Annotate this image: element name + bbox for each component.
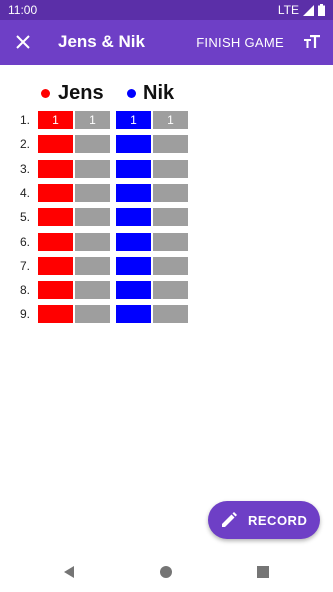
network-type: LTE xyxy=(277,3,299,17)
row-number: 5. xyxy=(20,210,31,225)
row-number: 9. xyxy=(20,307,31,322)
score-cell-nik-first xyxy=(116,281,151,300)
score-bar-jens[interactable] xyxy=(38,305,110,324)
score-cell-nik-second xyxy=(153,281,188,300)
player-legend: Jens Nik xyxy=(0,82,333,106)
edit-icon xyxy=(222,512,237,527)
score-bar-jens[interactable] xyxy=(38,183,110,202)
signal-icon xyxy=(303,4,314,16)
score-cell-jens-second xyxy=(75,135,110,154)
score-cell-nik-second xyxy=(153,159,188,178)
score-bar-nik[interactable] xyxy=(116,159,188,178)
row-number: 7. xyxy=(20,258,31,273)
status-time: 11:00 xyxy=(8,3,38,17)
navigation-bar xyxy=(0,552,333,592)
score-cell-nik-second: 1 xyxy=(153,111,188,129)
score-row: 9. xyxy=(0,305,333,324)
score-bar-nik[interactable] xyxy=(116,256,188,275)
score-bar-jens[interactable] xyxy=(38,232,110,251)
score-cell-nik-first xyxy=(116,256,151,275)
score-cell-nik-first xyxy=(116,183,151,202)
row-number: 6. xyxy=(20,234,31,249)
score-bar-jens[interactable] xyxy=(38,135,110,154)
record-button[interactable]: RECORD xyxy=(208,501,320,539)
score-cell-jens-first: 1 xyxy=(38,111,73,129)
row-number: 4. xyxy=(20,185,31,200)
score-row: 8. xyxy=(0,281,333,300)
score-bar-jens[interactable] xyxy=(38,281,110,300)
score-cell-nik-second xyxy=(153,305,188,324)
finish-game-button[interactable]: FINISH GAME xyxy=(196,35,284,50)
score-cell-jens-first xyxy=(38,281,73,300)
score-cell-jens-first xyxy=(38,159,73,178)
score-cell-jens-first xyxy=(38,135,73,154)
score-cell-jens-first xyxy=(38,183,73,202)
close-icon[interactable] xyxy=(14,33,32,51)
score-cell-jens-first xyxy=(38,208,73,227)
score-cell-jens-second xyxy=(75,183,110,202)
score-bar-nik[interactable] xyxy=(116,208,188,227)
score-bar-nik[interactable] xyxy=(116,135,188,154)
recents-icon[interactable] xyxy=(256,565,270,579)
score-bar-nik[interactable]: 11 xyxy=(116,111,188,129)
score-cell-jens-second xyxy=(75,208,110,227)
score-cell-nik-first: 1 xyxy=(116,111,151,129)
row-number: 2. xyxy=(20,137,31,152)
score-row: 3. xyxy=(0,159,333,178)
score-cell-jens-second xyxy=(75,305,110,324)
score-bar-jens[interactable] xyxy=(38,256,110,275)
score-bar-nik[interactable] xyxy=(116,232,188,251)
score-cell-jens-second xyxy=(75,232,110,251)
score-cell-jens-second: 1 xyxy=(75,111,110,129)
record-label: RECORD xyxy=(248,513,308,528)
row-number: 1. xyxy=(20,113,31,127)
score-bar-jens[interactable] xyxy=(38,208,110,227)
home-icon[interactable] xyxy=(159,565,173,579)
score-cell-jens-first xyxy=(38,256,73,275)
player-jens-dot xyxy=(41,89,50,98)
score-cell-jens-first xyxy=(38,305,73,324)
score-cell-jens-second xyxy=(75,256,110,275)
score-row: 2. xyxy=(0,135,333,154)
score-cell-nik-second xyxy=(153,208,188,227)
page-title: Jens & Nik xyxy=(58,32,145,51)
score-cell-nik-second xyxy=(153,183,188,202)
score-bar-jens[interactable] xyxy=(38,159,110,178)
player-nik-dot xyxy=(127,89,136,98)
score-row: 1. 1 1 1 1 xyxy=(0,111,333,129)
status-bar: 11:00 LTE xyxy=(0,0,333,20)
app-bar: Jens & Nik FINISH GAME xyxy=(0,20,333,65)
score-cell-nik-second xyxy=(153,256,188,275)
score-cell-jens-second xyxy=(75,281,110,300)
text-size-icon[interactable] xyxy=(303,33,321,51)
score-row: 7. xyxy=(0,256,333,275)
score-bar-nik[interactable] xyxy=(116,281,188,300)
back-icon[interactable] xyxy=(62,565,76,579)
score-cell-nik-second xyxy=(153,135,188,154)
player-jens-name: Jens xyxy=(58,82,104,104)
score-bar-nik[interactable] xyxy=(116,183,188,202)
score-bar-jens[interactable]: 11 xyxy=(38,111,110,129)
score-cell-jens-second xyxy=(75,159,110,178)
score-cell-nik-first xyxy=(116,208,151,227)
score-cell-nik-first xyxy=(116,135,151,154)
status-icons: LTE xyxy=(278,3,325,17)
score-cell-nik-first xyxy=(116,159,151,178)
score-bar-nik[interactable] xyxy=(116,305,188,324)
score-row: 4. xyxy=(0,183,333,202)
battery-icon xyxy=(318,4,325,16)
score-cell-nik-first xyxy=(116,305,151,324)
score-row: 5. xyxy=(0,208,333,227)
player-nik-name: Nik xyxy=(143,82,175,104)
score-cell-nik-second xyxy=(153,232,188,251)
score-row: 6. xyxy=(0,232,333,251)
row-number: 8. xyxy=(20,283,31,298)
row-number: 3. xyxy=(20,161,31,176)
score-cell-nik-first xyxy=(116,232,151,251)
score-cell-jens-first xyxy=(38,232,73,251)
